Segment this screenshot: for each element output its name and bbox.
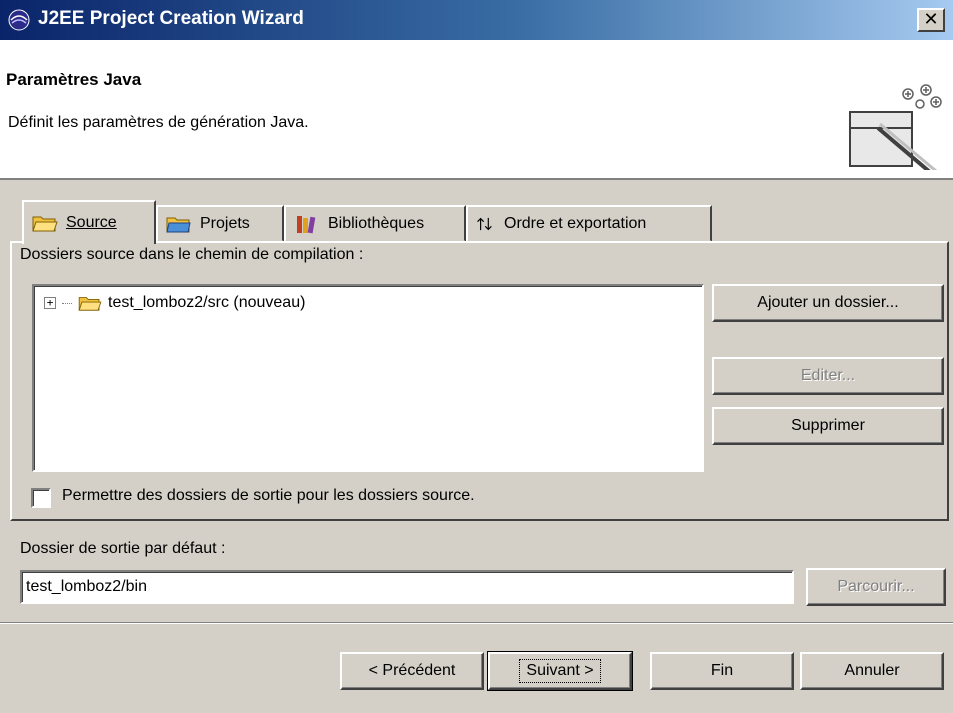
add-folder-label: Ajouter un dossier... bbox=[757, 294, 899, 311]
eclipse-app-icon bbox=[8, 9, 30, 31]
tab-projets-label: Projets bbox=[200, 214, 250, 232]
output-folder-input[interactable] bbox=[20, 570, 794, 604]
tab-ordre-exportation[interactable]: Ordre et exportation bbox=[466, 205, 712, 242]
browse-button[interactable]: Parcourir... bbox=[806, 568, 946, 606]
source-folders-label: Dossiers source dans le chemin de compil… bbox=[20, 246, 364, 263]
remove-button[interactable]: Supprimer bbox=[712, 407, 944, 445]
tab-source[interactable]: Source bbox=[22, 200, 156, 244]
finish-label: Fin bbox=[710, 662, 734, 679]
folder-icon bbox=[166, 217, 191, 232]
remove-label: Supprimer bbox=[791, 417, 865, 434]
footer-separator bbox=[0, 622, 953, 624]
wizard-banner-icon bbox=[849, 84, 942, 170]
tab-ordre-label: Ordre et exportation bbox=[504, 214, 647, 232]
tab-projets[interactable]: Projets bbox=[156, 205, 284, 242]
back-label: < Précédent bbox=[368, 662, 456, 679]
close-button[interactable]: ✕ bbox=[917, 8, 945, 32]
tree-item[interactable]: + test_lomboz2/src (nouveau) bbox=[44, 294, 305, 312]
browse-label: Parcourir... bbox=[837, 578, 915, 595]
tab-source-label: Source bbox=[66, 214, 117, 231]
next-label: Suivant > bbox=[519, 659, 601, 683]
back-button[interactable]: < Précédent bbox=[340, 652, 484, 690]
page-description: Définit les paramètres de génération Jav… bbox=[8, 114, 309, 131]
close-icon: ✕ bbox=[923, 9, 939, 30]
cancel-label: Annuler bbox=[844, 662, 900, 679]
edit-label: Editer... bbox=[800, 367, 856, 384]
finish-button[interactable]: Fin bbox=[650, 652, 794, 690]
header-banner: Paramètres Java Définit les paramètres d… bbox=[0, 40, 953, 180]
library-books-icon bbox=[297, 215, 316, 233]
next-button[interactable]: Suivant > bbox=[487, 651, 633, 691]
edit-button[interactable]: Editer... bbox=[712, 357, 944, 395]
expand-icon[interactable]: + bbox=[44, 297, 56, 309]
tree-connector bbox=[62, 302, 72, 304]
page-title: Paramètres Java bbox=[6, 70, 142, 89]
cancel-button[interactable]: Annuler bbox=[800, 652, 944, 690]
tree-item-label: test_lomboz2/src (nouveau) bbox=[108, 294, 306, 311]
source-folder-tree[interactable]: + test_lomboz2/src (nouveau) bbox=[32, 284, 704, 472]
title-bar[interactable]: J2EE Project Creation Wizard ✕ bbox=[0, 0, 953, 40]
allow-output-folders-label: Permettre des dossiers de sortie pour le… bbox=[62, 487, 475, 504]
tab-bibliotheques[interactable]: Bibliothèques bbox=[284, 205, 466, 242]
folder-open-icon bbox=[32, 216, 58, 232]
window-title: J2EE Project Creation Wizard bbox=[38, 8, 304, 29]
tab-bibliotheques-label: Bibliothèques bbox=[328, 214, 425, 232]
folder-open-icon bbox=[78, 297, 102, 311]
add-folder-button[interactable]: Ajouter un dossier... bbox=[712, 284, 944, 322]
sort-arrows-icon bbox=[477, 217, 492, 230]
wizard-window: J2EE Project Creation Wizard ✕ Paramètre… bbox=[0, 0, 953, 713]
allow-output-folders-checkbox[interactable] bbox=[31, 488, 51, 508]
output-folder-label: Dossier de sortie par défaut : bbox=[20, 540, 226, 557]
